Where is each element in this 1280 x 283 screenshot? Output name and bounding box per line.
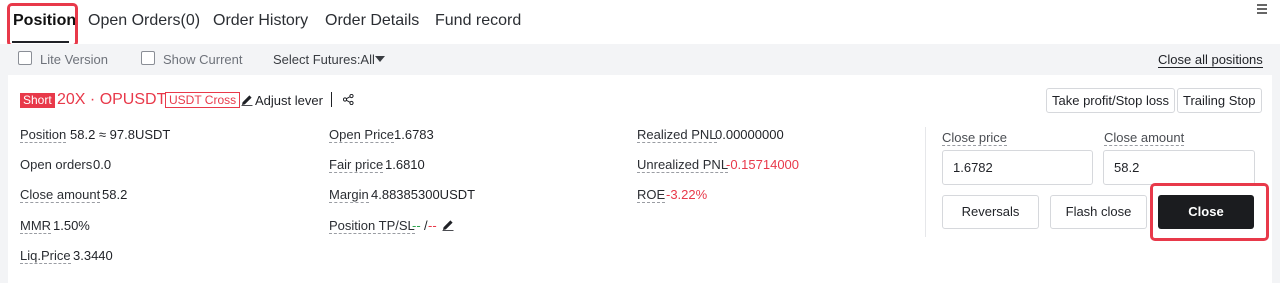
highlight-box-close-button — [1150, 183, 1269, 241]
tab-order-details[interactable]: Order Details — [325, 12, 419, 30]
fair-price-label: Fair price — [329, 157, 384, 173]
side-badge: Short — [20, 93, 55, 108]
margin-mode-badge: USDT Cross — [165, 92, 241, 108]
liq-price-label: Liq.Price — [20, 248, 71, 264]
roe-label: ROE — [637, 187, 666, 203]
close-amount-input[interactable] — [1103, 150, 1255, 185]
flash-close-button[interactable]: Flash close — [1050, 195, 1147, 229]
contract-title: 20X · OPUSDT — [57, 91, 167, 108]
close-amount-input-label: Close amount — [1104, 130, 1185, 146]
position-tpsl-label: Position TP/SL — [329, 218, 415, 234]
divider — [331, 92, 332, 107]
lite-version-label: Lite Version — [40, 52, 108, 67]
show-current-label: Show Current — [163, 52, 243, 67]
margin-value: 4.88385300USDT — [371, 187, 476, 202]
edit-tpsl-pencil-icon[interactable] — [442, 219, 454, 231]
fair-price-value: 1.6810 — [385, 157, 425, 172]
tab-fund-record[interactable]: Fund record — [435, 12, 521, 30]
close-price-input[interactable] — [942, 150, 1093, 185]
open-price-label: Open Price — [329, 127, 395, 143]
realized-pnl-label: Realized PNL — [637, 127, 717, 143]
tab-order-history[interactable]: Order History — [213, 12, 308, 30]
adjust-lever-button[interactable]: Adjust lever — [255, 93, 323, 108]
roe-value: -3.22% — [666, 187, 708, 202]
share-icon[interactable] — [343, 94, 354, 105]
edit-pencil-icon[interactable] — [241, 94, 253, 106]
open-price-value: 1.6783 — [394, 127, 434, 142]
mmr-label: MMR — [20, 218, 52, 234]
show-current-checkbox[interactable] — [141, 51, 155, 65]
close-amount-label: Close amount — [20, 187, 101, 203]
position-label: Position — [20, 127, 67, 143]
unrealized-pnl-value: -0.15714000 — [726, 157, 800, 172]
chevron-down-icon[interactable] — [375, 56, 385, 62]
open-orders-value: 0.0 — [93, 157, 112, 172]
realized-pnl-value: 0.00000000 — [715, 127, 784, 142]
position-tp-value: -- — [412, 218, 421, 233]
open-orders-label: Open orders — [20, 157, 93, 172]
liq-price-value: 3.3440 — [73, 248, 113, 263]
close-amount-value: 58.2 — [102, 187, 128, 202]
panel-divider — [925, 127, 926, 237]
reversals-button[interactable]: Reversals — [942, 195, 1039, 229]
trailing-stop-button[interactable]: Trailing Stop — [1177, 88, 1262, 113]
tab-open-orders[interactable]: Open Orders(0) — [88, 12, 200, 30]
close-price-label: Close price — [942, 130, 1008, 146]
highlight-box-position-tab — [7, 3, 78, 47]
menu-icon[interactable] — [1257, 4, 1267, 16]
position-sl-value: -- — [428, 218, 437, 233]
margin-label: Margin — [329, 187, 369, 203]
close-all-positions-link[interactable]: Close all positions — [1158, 52, 1263, 68]
position-value: 58.2 ≈ 97.8USDT — [70, 127, 171, 142]
mmr-value: 1.50% — [53, 218, 90, 233]
take-profit-stop-loss-button[interactable]: Take profit/Stop loss — [1046, 88, 1176, 113]
lite-version-checkbox[interactable] — [18, 51, 32, 65]
unrealized-pnl-label: Unrealized PNL — [637, 157, 729, 173]
select-futures-dropdown[interactable]: Select Futures:All — [273, 52, 375, 67]
